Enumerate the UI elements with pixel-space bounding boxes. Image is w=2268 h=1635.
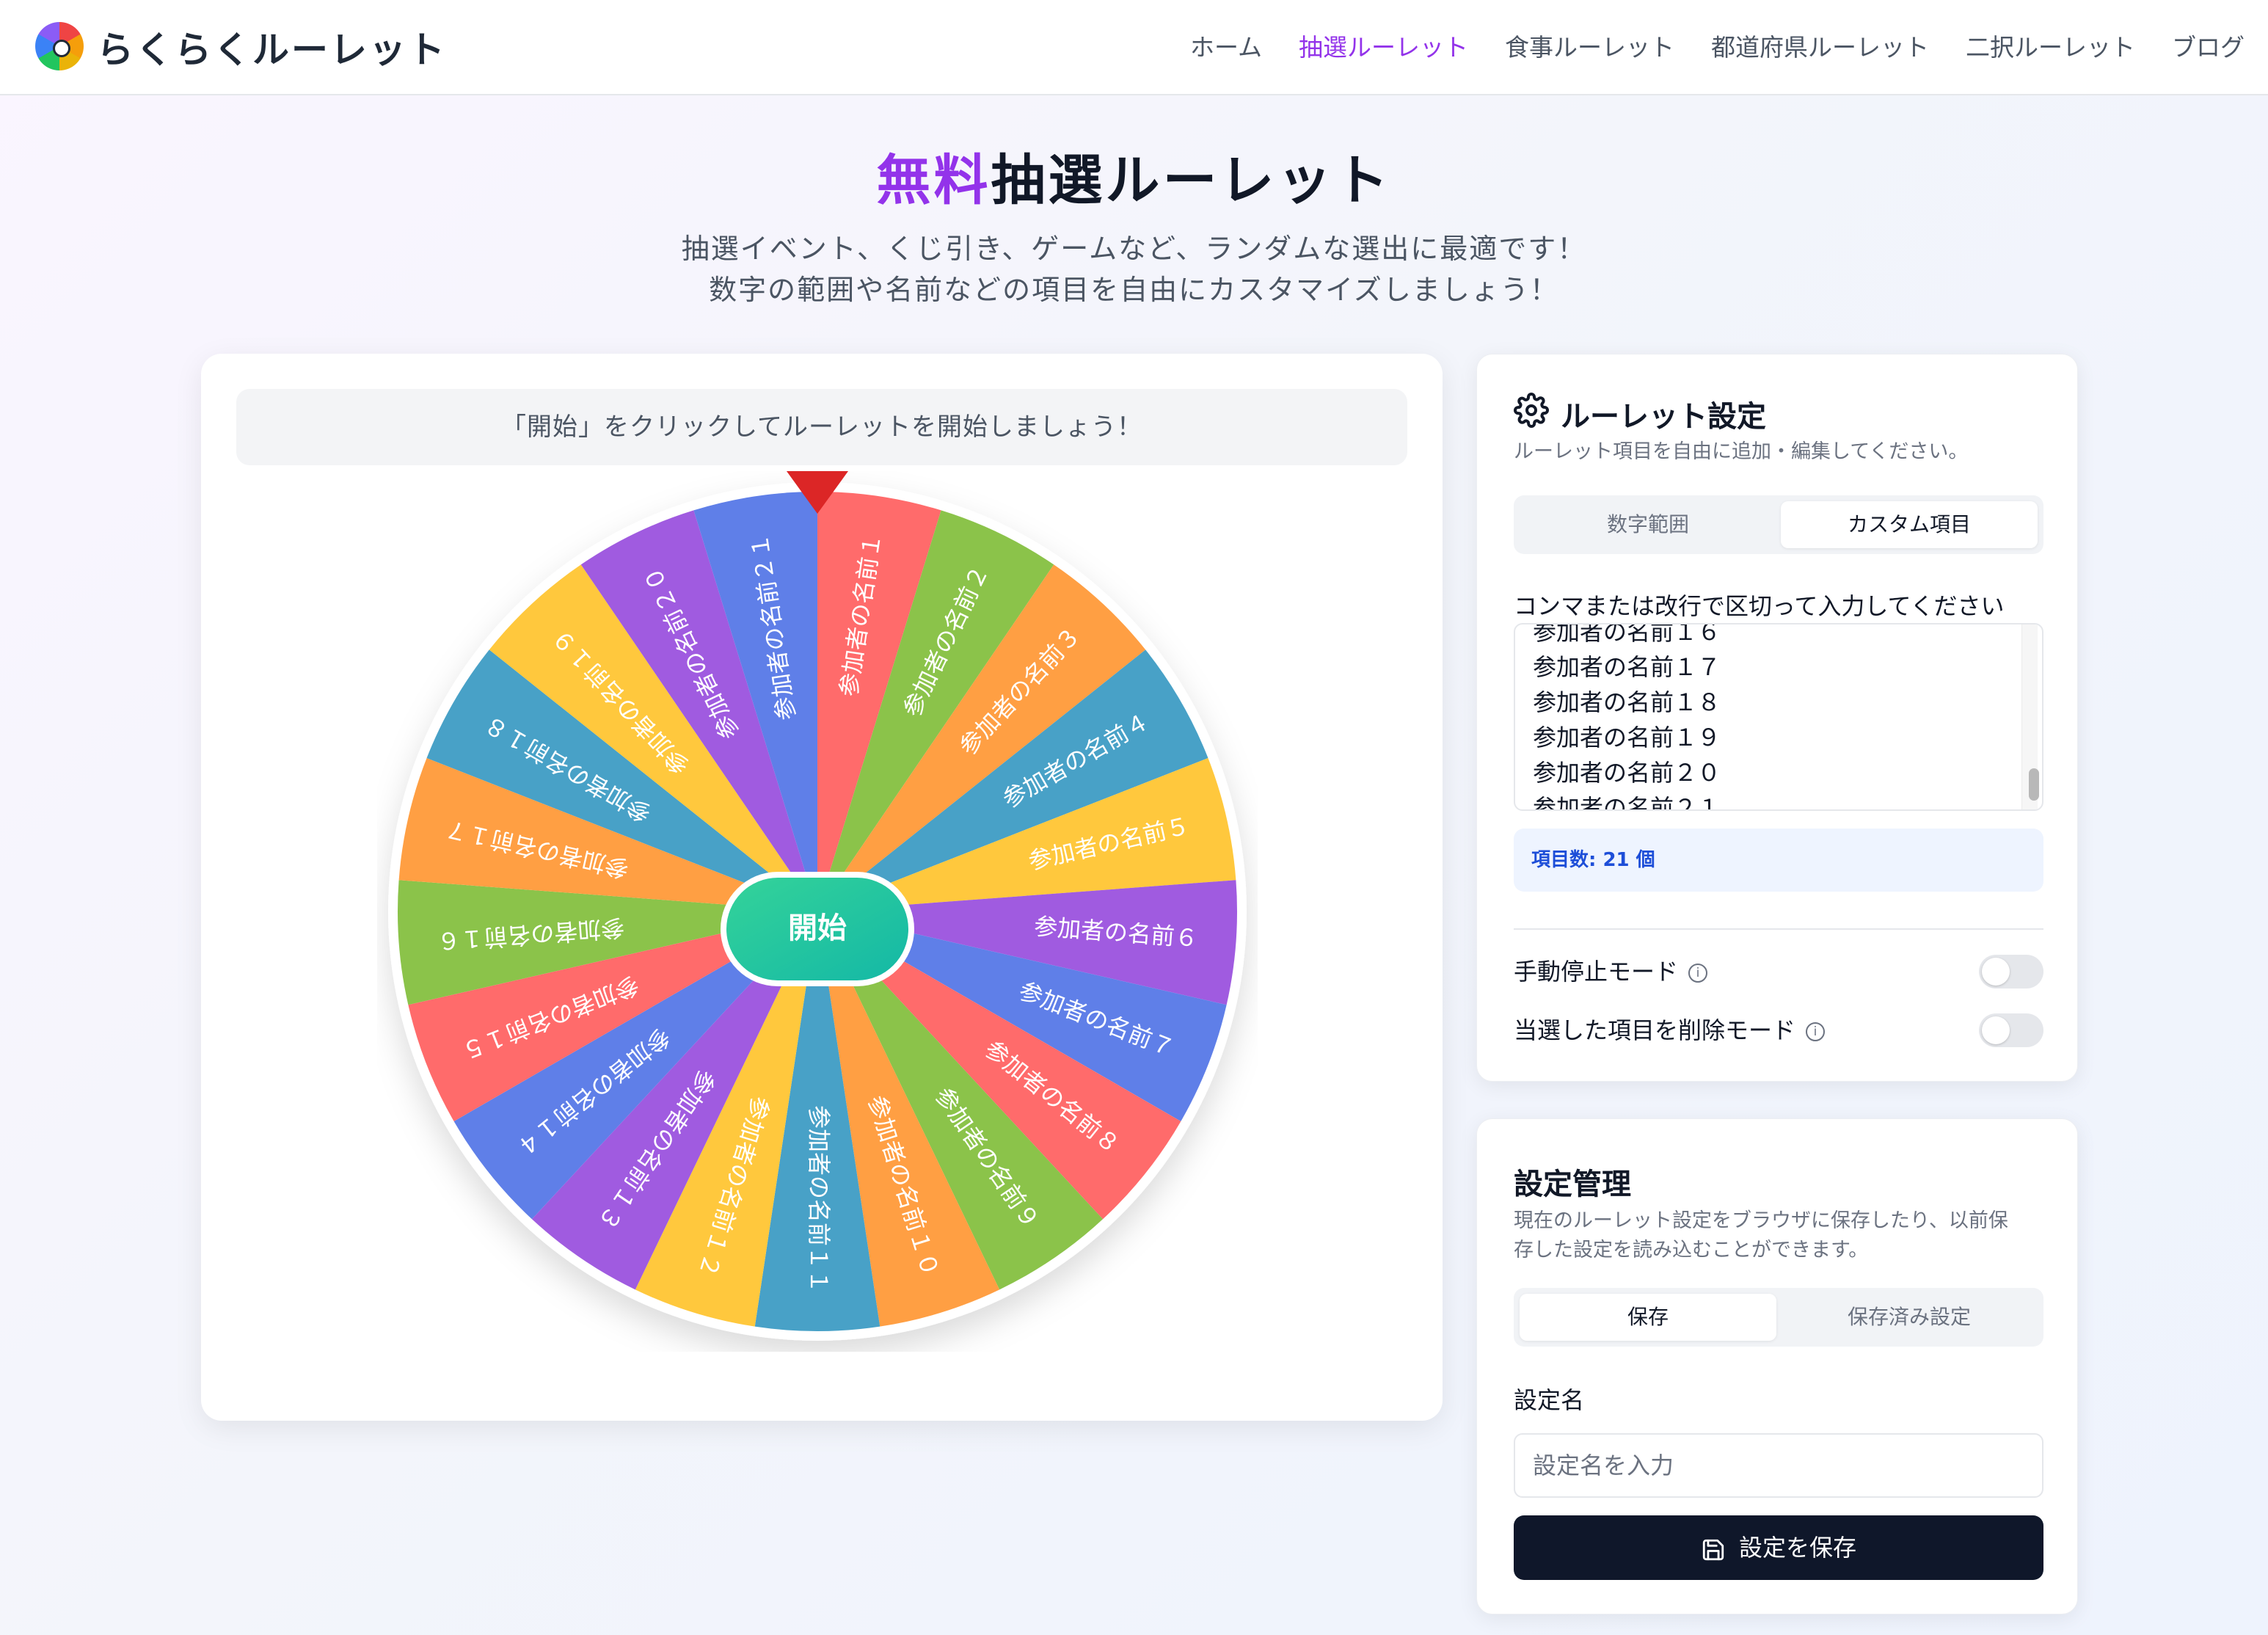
settings-management-card: 設定管理 現在のルーレット設定をブラウザに保存したり、以前保 存した設定を読み込… [1476,1118,2078,1614]
nav-lottery-roulette[interactable]: 抽選ルーレット [1299,28,1468,63]
manage-description-line-2: 存した設定を読み込むことができます。 [1514,1239,1869,1261]
items-textarea-lines: 参加者の名前１６ 参加者の名前１７ 参加者の名前１８ 参加者の名前１９ 参加者の… [1533,623,1721,811]
gear-icon [1514,393,1549,428]
items-line: 参加者の名前１８ [1533,688,1721,716]
info-icon[interactable]: i [1688,964,1708,983]
manual-stop-toggle[interactable] [1979,955,2043,988]
roulette-logo-icon[interactable] [35,22,84,70]
items-line: 参加者の名前２１ [1533,794,1721,811]
tab-saved-settings[interactable]: 保存済み設定 [1781,1294,2038,1341]
remove-winner-row: 当選した項目を削除モード i [1514,1012,1826,1046]
page-subtitle-line-2: 数字の範囲や名前などの項目を自由にカスタマイズしましょう！ [709,274,1559,306]
page-subtitle-line-1: 抽選イベント、くじ引き、ゲームなど、ランダムな選出に最適です！ [681,233,1587,265]
nav-home[interactable]: ホーム [1190,28,1262,63]
tab-number-range[interactable]: 数字範囲 [1520,501,1776,548]
setting-name-input[interactable] [1514,1433,2043,1498]
save-settings-label: 設定を保存 [1738,1534,1856,1561]
main-nav: ホーム 抽選ルーレット 食事ルーレット 都道府県ルーレット 二択ルーレット ブロ… [1190,28,2245,63]
items-textarea[interactable]: 参加者の名前１６ 参加者の名前１７ 参加者の名前１８ 参加者の名前１９ 参加者の… [1514,623,2043,811]
tab-save[interactable]: 保存 [1520,1294,1776,1341]
page-title-rest: 抽選ルーレット [991,149,1392,212]
nav-food-roulette[interactable]: 食事ルーレット [1505,28,1674,63]
roulette-settings-card: ルーレット設定 ルーレット項目を自由に追加・編集してください。 数字範囲 カスタ… [1476,354,2078,1082]
start-button-label[interactable]: 開始 [788,911,847,945]
site-header: らくらくルーレット ホーム 抽選ルーレット 食事ルーレット 都道府県ルーレット … [0,0,2268,95]
nav-binary-roulette[interactable]: 二択ルーレット [1966,28,2135,63]
settings-title: ルーレット設定 [1561,400,1766,434]
manage-title: 設定管理 [1514,1168,1631,1201]
items-line: 参加者の名前２０ [1533,759,1721,787]
items-line: 参加者の名前１７ [1533,653,1721,681]
textarea-scroll-thumb[interactable] [2029,768,2039,801]
info-icon[interactable]: i [1806,1022,1826,1041]
manual-stop-label: 手動停止モード [1514,958,1679,986]
manage-tabs: 保存 保存済み設定 [1514,1288,2043,1347]
wheel-card: 「開始」をクリックしてルーレットを開始しましょう！ 参加者の名前１ 参加者の名前２… [201,354,1443,1421]
items-line: 参加者の名前１９ [1533,724,1721,751]
settings-divider [1514,928,2043,930]
save-settings-button[interactable]: 設定を保存 [1514,1515,2043,1580]
setting-name-label: 設定名 [1514,1386,1585,1414]
wheel-segment-label: 参加者の名前１１ [805,1105,833,1293]
nav-prefecture-roulette[interactable]: 都道府県ルーレット [1711,28,1929,63]
tab-custom-items[interactable]: カスタム項目 [1781,501,2038,548]
remove-winner-toggle[interactable] [1979,1013,2043,1047]
page-title-accent: 無料 [876,149,991,212]
nav-blog[interactable]: ブログ [2172,28,2245,63]
items-line: 参加者の名前１６ [1533,623,1721,646]
remove-winner-label: 当選した項目を削除モード [1514,1016,1796,1044]
page-title: 無料抽選ルーレット [0,136,2268,215]
items-input-label: コンマまたは改行で区切って入力してください [1514,592,2005,620]
save-icon [1702,1539,1724,1560]
settings-description: ルーレット項目を自由に追加・編集してください。 [1514,440,1969,463]
settings-tabs: 数字範囲 カスタム項目 [1514,495,2043,554]
manual-stop-row: 手動停止モード i [1514,953,1708,987]
manage-description-line-1: 現在のルーレット設定をブラウザに保存したり、以前保 [1514,1209,2008,1232]
item-count-badge: 項目数: 21 個 [1514,829,2043,892]
roulette-wheel[interactable]: 参加者の名前１ 参加者の名前２参加者の名前３参加者の名前４参加者の名前５参加者の名… [377,471,1258,1352]
site-logo-text[interactable]: らくらくルーレット [97,21,447,73]
wheel-status-message: 「開始」をクリックしてルーレットを開始しましょう！ [236,389,1407,465]
start-button[interactable]: 開始 [721,872,914,986]
